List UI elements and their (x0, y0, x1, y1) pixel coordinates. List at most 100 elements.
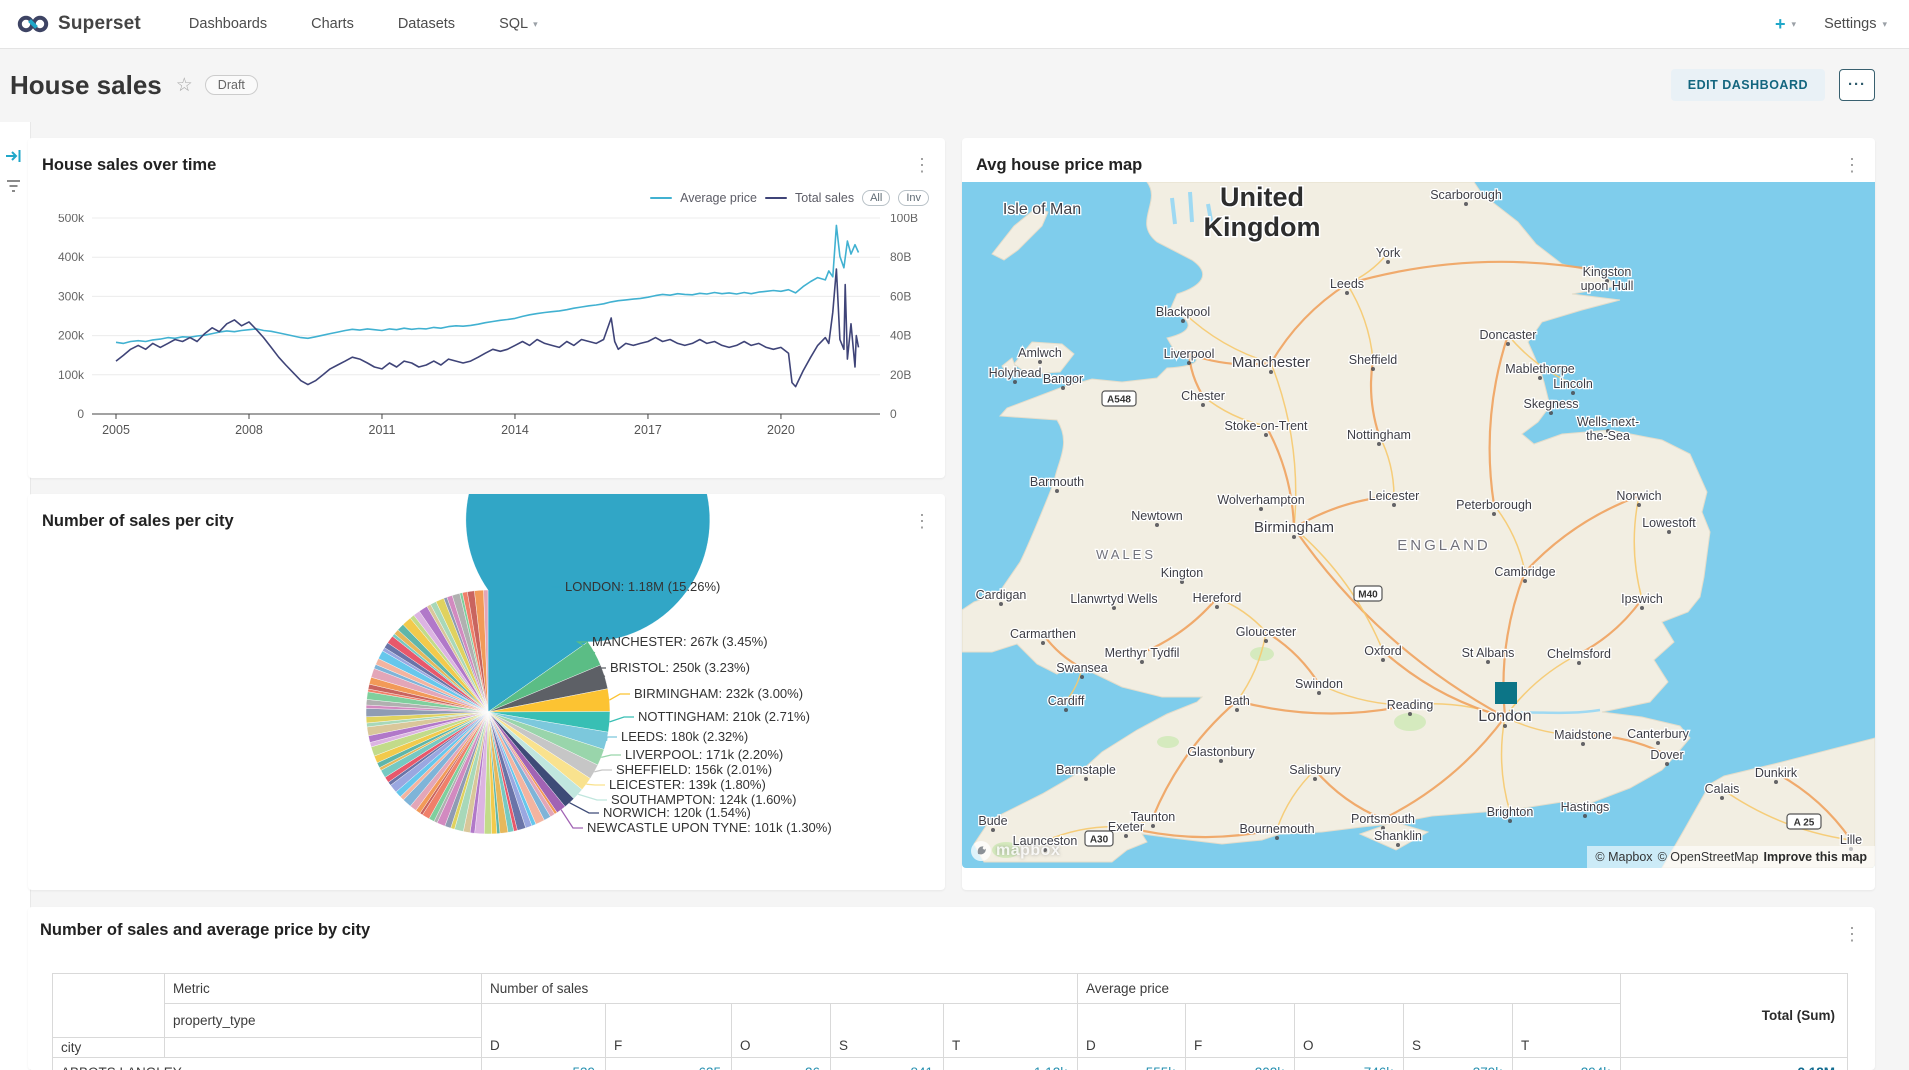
pie-slice-label[interactable]: LEICESTER: 139k (1.80%) (609, 777, 766, 792)
map-place-label: Lille (1840, 833, 1862, 847)
series-line-average-price[interactable] (116, 225, 859, 343)
map-place-label: Gloucester (1236, 625, 1296, 639)
attrib-mapbox[interactable]: © Mapbox (1595, 850, 1652, 864)
legend-line-total-sales (765, 197, 787, 199)
dashboard-more-button[interactable]: ··· (1839, 69, 1875, 101)
series-line-total-sales[interactable] (116, 269, 859, 387)
map-place-label: Bournemouth (1239, 822, 1314, 836)
map-place-label: Glastonbury (1187, 745, 1255, 759)
nav-item-charts[interactable]: Charts (311, 16, 354, 32)
brand-name: Superset (58, 13, 141, 35)
y-axis-right-tick: 60B (890, 289, 911, 303)
map-place-label: Wolverhampton (1217, 493, 1304, 507)
pie-slice-label[interactable]: NOTTINGHAM: 210k (2.71%) (638, 709, 810, 724)
col-header-O: O (1295, 1004, 1404, 1058)
legend-label-total-sales[interactable]: Total sales (795, 191, 854, 205)
pivot-table: MetricNumber of salesAverage priceTotal … (52, 973, 1848, 1070)
group-header-number-of-sales: Number of sales (482, 974, 1078, 1004)
map-place-label: Kington (1161, 566, 1203, 580)
chart-menu-icon[interactable]: ⋮ (1843, 927, 1861, 941)
filter-icon[interactable] (5, 178, 23, 194)
blank-cell (165, 1038, 482, 1058)
map-marker-london[interactable] (1495, 682, 1517, 704)
pie-slice-label[interactable]: BIRMINGHAM: 232k (3.00%) (634, 686, 803, 701)
pie-slice-label[interactable]: LIVERPOOL: 171k (2.20%) (625, 747, 783, 762)
chart-menu-icon[interactable]: ⋮ (913, 158, 931, 172)
map-country-label: UnitedKingdom (1204, 182, 1321, 242)
favorite-star-icon[interactable]: ☆ (176, 74, 193, 97)
map-place-label: Swansea (1056, 661, 1107, 675)
chart-title: House sales over time (42, 156, 216, 175)
chart-menu-icon[interactable]: ⋮ (1843, 158, 1861, 172)
row-header-city[interactable]: ABBOTS LANGLEY (53, 1058, 482, 1070)
pie-callout-line (586, 784, 605, 785)
pie-slice-label[interactable]: SHEFFIELD: 156k (2.01%) (616, 762, 772, 777)
nav-item-sql[interactable]: SQL▾ (499, 16, 538, 32)
map-place-label: Brighton (1487, 805, 1534, 819)
pie-slice-label[interactable]: LONDON: 1.18M (15.26%) (565, 579, 720, 594)
value-cell[interactable]: 746k (1295, 1058, 1404, 1070)
status-badge: Draft (205, 75, 258, 95)
mapbox-logo-icon (970, 840, 992, 862)
y-axis-right-tick: 20B (890, 368, 911, 382)
value-cell[interactable]: 1.12k (944, 1058, 1078, 1070)
map-place-label: Carmarthen (1010, 627, 1076, 641)
map-place-label: Newtown (1131, 509, 1182, 523)
map-place-label: Maidstone (1554, 728, 1612, 742)
y-axis-left-tick: 0 (77, 407, 84, 421)
map-place-label: Scarborough (1430, 188, 1502, 202)
value-cell[interactable]: 539 (482, 1058, 606, 1070)
legend-line-average-price (650, 197, 672, 199)
map-place-label: Leicester (1369, 489, 1420, 503)
new-item-button[interactable]: +▾ (1775, 14, 1796, 35)
map-region-label: ENGLAND (1397, 537, 1491, 554)
map-place-label: Peterborough (1456, 498, 1532, 512)
pie-slice-label[interactable]: NEWCASTLE UPON TYNE: 101k (1.30%) (587, 820, 832, 835)
map-canvas[interactable]: ScarboroughYorkLeedsKingstonupon HullBla… (962, 182, 1875, 868)
value-cell[interactable]: 202k (1186, 1058, 1295, 1070)
nav-item-dashboards[interactable]: Dashboards (189, 16, 267, 32)
map-place-label: Cardiff (1048, 694, 1085, 708)
pie-slice-label[interactable]: NORWICH: 120k (1.54%) (603, 805, 751, 820)
value-cell[interactable]: 841 (831, 1058, 944, 1070)
attrib-improve-link[interactable]: Improve this map (1764, 850, 1868, 864)
map-place-label: Calais (1705, 782, 1740, 796)
settings-menu[interactable]: Settings▾ (1824, 16, 1887, 32)
map-place-label: Skegness (1524, 397, 1579, 411)
chevron-down-icon: ▾ (1882, 19, 1887, 30)
page-title: House sales (10, 70, 162, 101)
pie-slice-label[interactable]: BRISTOL: 250k (3.23%) (610, 660, 750, 675)
y-axis-left-tick: 300k (58, 289, 85, 303)
edit-dashboard-button[interactable]: EDIT DASHBOARD (1671, 69, 1825, 101)
mapbox-wordmark: mapbox (996, 842, 1060, 860)
value-cell[interactable]: 26 (732, 1058, 831, 1070)
timeseries-chart[interactable]: 00100k20B200k40B300k60B400k80B500k100B20… (28, 214, 945, 474)
attrib-osm[interactable]: © OpenStreetMap (1658, 850, 1759, 864)
col-header-S: S (831, 1004, 944, 1058)
x-axis-tick: 2014 (501, 423, 529, 437)
nav-item-datasets[interactable]: Datasets (398, 16, 455, 32)
pie-slice-label[interactable]: MANCHESTER: 267k (3.45%) (592, 634, 768, 649)
legend-all-button[interactable]: All (862, 190, 890, 206)
legend-label-average-price[interactable]: Average price (680, 191, 757, 205)
expand-filters-icon[interactable] (5, 148, 23, 164)
map-place-label: Leeds (1330, 277, 1364, 291)
y-axis-right-tick: 100B (890, 214, 918, 225)
value-cell[interactable]: 294k (1513, 1058, 1621, 1070)
value-cell[interactable]: 635 (606, 1058, 732, 1070)
value-cell[interactable]: 379k (1404, 1058, 1513, 1070)
x-axis-tick: 2020 (767, 423, 795, 437)
map-place-label: Shanklin (1374, 829, 1422, 843)
map-place-label: York (1376, 246, 1401, 260)
map-place-label: Nottingham (1347, 428, 1411, 442)
row-total-cell[interactable]: 2.18M (1621, 1058, 1848, 1070)
nav-right: +▾ Settings▾ (1775, 14, 1887, 35)
superset-logo[interactable]: Superset (16, 13, 141, 35)
pie-slice-label[interactable]: LEEDS: 180k (2.32%) (621, 729, 748, 744)
value-cell[interactable]: 555k (1078, 1058, 1186, 1070)
map-place-label: Bude (978, 814, 1007, 828)
legend-inv-button[interactable]: Inv (898, 190, 929, 206)
chevron-down-icon: ▾ (533, 19, 538, 30)
mapbox-logo[interactable]: mapbox (970, 840, 1060, 862)
map-place-label: Merthyr Tydfil (1105, 646, 1180, 660)
